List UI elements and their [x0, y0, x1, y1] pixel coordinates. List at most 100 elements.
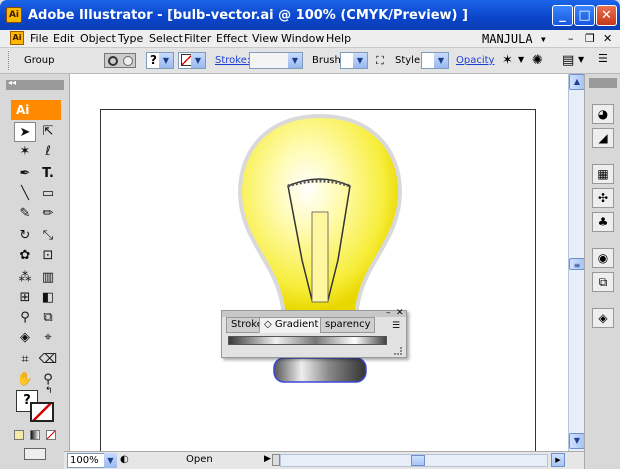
- screen-mode-icon[interactable]: [24, 448, 46, 460]
- eyedropper-tool-icon[interactable]: ⚲: [14, 308, 36, 328]
- dock-header[interactable]: [589, 78, 617, 88]
- pen-tool-icon[interactable]: ✒: [14, 164, 36, 184]
- panel-menu-icon[interactable]: ☰: [392, 321, 400, 331]
- layers-panel-icon[interactable]: ◈: [592, 308, 614, 328]
- scroll-up-icon[interactable]: ▲: [569, 74, 585, 90]
- rectangle-tool-icon[interactable]: ▭: [37, 184, 59, 204]
- resize-grip-icon[interactable]: [394, 347, 402, 355]
- hscroll-left-icon[interactable]: [272, 454, 280, 466]
- magic-wand-icon[interactable]: ✶: [502, 53, 513, 68]
- brush-options-icon[interactable]: ⛶: [373, 54, 387, 68]
- chevron-down-icon[interactable]: ▼: [578, 55, 584, 64]
- tab-transparency[interactable]: sparency: [320, 317, 376, 333]
- workspace-menu[interactable]: MANJULA ▾: [482, 32, 547, 46]
- mesh-tool-icon[interactable]: ⊞: [14, 288, 36, 308]
- fill-select[interactable]: ? ▼: [146, 52, 174, 69]
- pencil-tool-icon[interactable]: ✏: [37, 204, 59, 224]
- close-button[interactable]: ✕: [596, 5, 617, 26]
- menu-help[interactable]: Help: [326, 32, 351, 45]
- app-icon: Ai: [6, 7, 22, 23]
- status-menu-icon[interactable]: ▶: [264, 454, 271, 464]
- magic-wand-tool-icon[interactable]: ✶: [14, 142, 36, 162]
- brushes-panel-icon[interactable]: ✣: [592, 188, 614, 208]
- status-bar: 100% ▼ ◐ Open ▶ ▶: [64, 451, 584, 469]
- line-tool-icon[interactable]: ╲: [14, 184, 36, 204]
- doc-minimize-button[interactable]: –: [568, 32, 574, 45]
- scroll-thumb[interactable]: ≡: [569, 258, 585, 270]
- hand-tool-icon[interactable]: ✋: [14, 370, 36, 390]
- symbols-panel-icon[interactable]: ♣: [592, 212, 614, 232]
- tools-panel: ◂◂ Ai ➤ ⇱ ✶ ℓ ✒ T. ╲ ▭ ✎ ✏ ↻ ⤡ ✿ ⊡ ⁂ ▥ ⊞…: [0, 74, 70, 469]
- stroke-select[interactable]: ▼: [178, 52, 206, 69]
- horizontal-scrollbar[interactable]: [280, 454, 548, 467]
- paintbrush-tool-icon[interactable]: ✎: [14, 204, 36, 224]
- stroke-link[interactable]: Stroke:: [215, 55, 250, 66]
- menu-select[interactable]: Select: [149, 32, 183, 45]
- swap-colors-icon[interactable]: ↰: [45, 386, 53, 396]
- lasso-tool-icon[interactable]: ℓ: [37, 142, 59, 162]
- graphic-styles-panel-icon[interactable]: ⧉: [592, 272, 614, 292]
- chevron-down-icon: ▼: [353, 53, 367, 68]
- artboard-nav-icon[interactable]: ◐: [120, 454, 129, 465]
- brush-select[interactable]: ▼: [340, 52, 368, 69]
- vertical-scrollbar[interactable]: ▲ ≡ ▼: [568, 74, 585, 451]
- scale-tool-icon[interactable]: ⤡: [37, 226, 59, 246]
- minimize-button[interactable]: _: [552, 5, 573, 26]
- stroke-swatch[interactable]: [30, 402, 54, 422]
- color-panel-icon[interactable]: ◕: [592, 104, 614, 124]
- menu-filter[interactable]: Filter: [184, 32, 211, 45]
- isolate-group-icon[interactable]: [104, 53, 136, 68]
- stroke-weight-input[interactable]: ▼: [249, 52, 303, 69]
- menu-file[interactable]: File: [30, 32, 48, 45]
- menu-effect[interactable]: Effect: [216, 32, 248, 45]
- crop-area-tool-icon[interactable]: ⌗: [14, 350, 36, 370]
- document-setup-icon[interactable]: ▤: [562, 53, 574, 68]
- gradient-panel: – ✕ Stroke ◇ Gradient ✕ sparency ☰: [221, 308, 407, 358]
- scroll-right-icon[interactable]: ▶: [551, 453, 565, 467]
- grip-handle[interactable]: [8, 51, 10, 70]
- color-mode-icon[interactable]: [14, 430, 24, 440]
- doc-close-button[interactable]: ✕: [603, 32, 612, 45]
- zoom-field[interactable]: 100%: [67, 453, 107, 468]
- hscroll-thumb[interactable]: [411, 455, 425, 466]
- appearance-panel-icon[interactable]: ◉: [592, 248, 614, 268]
- scroll-down-icon[interactable]: ▼: [569, 433, 585, 449]
- menu-edit[interactable]: Edit: [53, 32, 74, 45]
- warp-tool-icon[interactable]: ✿: [14, 246, 36, 266]
- panel-dock: ◕ ◢ ▦ ✣ ♣ ◉ ⧉ ◈: [584, 74, 620, 469]
- opacity-link[interactable]: Opacity: [456, 55, 494, 66]
- live-paint-selection-tool-icon[interactable]: ⌖: [37, 328, 59, 348]
- doc-restore-button[interactable]: ❐: [585, 32, 595, 45]
- chevron-down-icon[interactable]: ▼: [104, 453, 117, 468]
- gradient-tool-icon[interactable]: ◧: [37, 288, 59, 308]
- recolor-icon[interactable]: ✺: [532, 53, 543, 68]
- type-tool-icon[interactable]: T.: [37, 164, 59, 184]
- free-transform-tool-icon[interactable]: ⊡: [37, 246, 59, 266]
- panel-minimize-button[interactable]: –: [386, 308, 391, 318]
- none-mode-icon[interactable]: [46, 430, 56, 440]
- menu-window[interactable]: Window: [281, 32, 324, 45]
- chevron-down-icon[interactable]: ▼: [518, 55, 524, 64]
- menu-view[interactable]: View: [252, 32, 278, 45]
- gradient-panel-icon[interactable]: ◢: [592, 128, 614, 148]
- gradient-slider[interactable]: [228, 336, 387, 345]
- selection-tool-icon[interactable]: ➤: [14, 122, 36, 142]
- swatches-panel-icon[interactable]: ▦: [592, 164, 614, 184]
- panel-close-button[interactable]: ✕: [396, 308, 404, 318]
- style-select[interactable]: ▼: [421, 52, 449, 69]
- blend-tool-icon[interactable]: ⧉: [37, 308, 59, 328]
- symbol-sprayer-tool-icon[interactable]: ⁂: [14, 268, 36, 288]
- collapse-icon[interactable]: ◂◂: [8, 78, 16, 87]
- gradient-mode-icon[interactable]: [30, 430, 40, 440]
- control-panel-menu-icon[interactable]: ☰: [598, 52, 608, 65]
- maximize-button[interactable]: □: [574, 5, 595, 26]
- menu-type[interactable]: Type: [118, 32, 143, 45]
- rotate-tool-icon[interactable]: ↻: [14, 226, 36, 246]
- graph-tool-icon[interactable]: ▥: [37, 268, 59, 288]
- live-paint-bucket-tool-icon[interactable]: ◈: [14, 328, 36, 348]
- menu-object[interactable]: Object: [80, 32, 116, 45]
- eraser-tool-icon[interactable]: ⌫: [37, 350, 59, 370]
- chevron-down-icon: ▼: [288, 53, 302, 68]
- ai-badge: Ai: [11, 100, 61, 120]
- direct-selection-tool-icon[interactable]: ⇱: [37, 122, 59, 142]
